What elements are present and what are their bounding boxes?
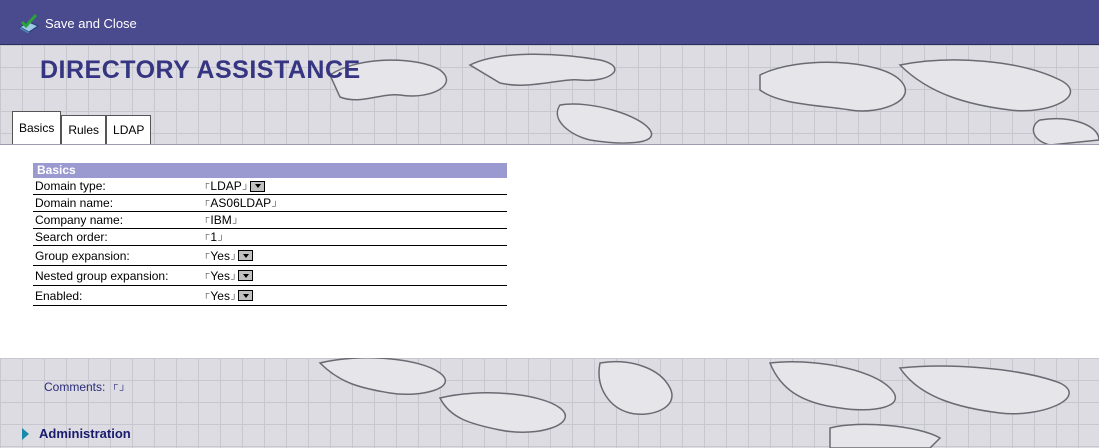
tab-ldap[interactable]: LDAP xyxy=(106,115,152,144)
section-header: Basics xyxy=(33,163,507,178)
dropdown-button[interactable] xyxy=(238,250,254,261)
enabled-row: Enabled: ┌ Yes ┘ xyxy=(33,286,507,306)
field-label: Nested group expansion: xyxy=(35,268,169,283)
domain-type-row: Domain type: ┌ LDAP ┘ xyxy=(33,178,507,195)
field-value: Yes xyxy=(210,248,230,263)
field-value: 1 xyxy=(210,230,218,244)
field-label: Domain type: xyxy=(35,179,106,193)
chevron-down-icon xyxy=(242,273,249,278)
search-order-field[interactable]: ┌ 1 ┘ xyxy=(203,229,225,245)
dropdown-button[interactable] xyxy=(250,180,266,192)
save-close-icon xyxy=(18,13,40,33)
field-bracket-open: ┌ xyxy=(203,195,210,205)
chevron-down-icon xyxy=(242,253,249,258)
action-toolbar: Save and Close xyxy=(0,0,1099,45)
field-label: Search order: xyxy=(35,230,108,244)
field-value: AS06LDAP xyxy=(210,196,272,210)
administration-section-toggle[interactable]: Administration xyxy=(22,426,131,441)
basics-section: Basics Domain type: ┌ LDAP ┘ Domain name… xyxy=(33,163,507,306)
chevron-down-icon xyxy=(254,184,261,188)
field-bracket-close: ┘ xyxy=(230,293,238,304)
domain-name-row: Domain name: ┌ AS06LDAP ┘ xyxy=(33,195,507,212)
field-bracket-close: ┘ xyxy=(230,273,238,284)
dropdown-button[interactable] xyxy=(238,270,254,281)
dropdown-button[interactable] xyxy=(238,290,254,301)
tab-rules[interactable]: Rules xyxy=(61,115,107,144)
field-value: LDAP xyxy=(210,179,242,193)
comments-label: Comments: xyxy=(44,380,106,394)
company-name-field[interactable]: ┌ IBM ┘ xyxy=(203,212,240,228)
field-bracket-open: ┌ xyxy=(203,212,210,222)
field-bracket-close: ┘ xyxy=(272,201,279,211)
tab-bar: Basics Rules LDAP xyxy=(12,108,152,145)
chevron-down-icon xyxy=(242,293,249,298)
field-bracket-open: ┌ xyxy=(203,267,210,278)
field-bracket-open: ┌ xyxy=(203,247,210,258)
domain-name-field[interactable]: ┌ AS06LDAP ┘ xyxy=(203,195,279,211)
enabled-field[interactable]: ┌ Yes ┘ xyxy=(203,287,254,304)
field-value: Yes xyxy=(210,268,230,283)
nested-group-expansion-field[interactable]: ┌ Yes ┘ xyxy=(203,267,254,284)
page-title: DIRECTORY ASSISTANCE xyxy=(40,56,361,84)
group-expansion-row: Group expansion: ┌ Yes ┘ xyxy=(33,246,507,266)
field-label: Enabled: xyxy=(35,288,83,303)
field-bracket-close: ┘ xyxy=(232,218,240,228)
comments-field[interactable]: Comments: ┌ ┘ xyxy=(44,379,127,395)
field-label: Company name: xyxy=(35,213,124,227)
field-value: Yes xyxy=(210,288,230,303)
administration-label: Administration xyxy=(39,426,131,441)
field-bracket-open: ┌ xyxy=(111,379,118,389)
expand-triangle-icon xyxy=(22,427,29,440)
save-and-close-button[interactable]: Save and Close xyxy=(18,12,137,34)
field-bracket-close: ┘ xyxy=(230,253,238,264)
domain-type-field[interactable]: ┌ LDAP ┘ xyxy=(203,178,266,194)
world-map-background xyxy=(318,358,1070,448)
field-bracket-open: ┌ xyxy=(203,229,210,239)
search-order-row: Search order: ┌ 1 ┘ xyxy=(33,229,507,246)
save-and-close-label: Save and Close xyxy=(45,15,137,31)
field-label: Group expansion: xyxy=(35,248,130,263)
group-expansion-field[interactable]: ┌ Yes ┘ xyxy=(203,247,254,264)
company-name-row: Company name: ┌ IBM ┘ xyxy=(33,212,507,229)
tab-basics[interactable]: Basics xyxy=(12,111,62,145)
field-bracket-close: ┘ xyxy=(119,385,127,395)
footer-banner xyxy=(0,358,1099,448)
nested-group-expansion-row: Nested group expansion: ┌ Yes ┘ xyxy=(33,266,507,286)
field-value: IBM xyxy=(210,213,232,227)
field-bracket-close: ┘ xyxy=(242,184,250,194)
field-bracket-open: ┌ xyxy=(203,178,210,188)
field-label: Domain name: xyxy=(35,196,114,210)
field-bracket-close: ┘ xyxy=(218,235,225,245)
field-bracket-open: ┌ xyxy=(203,287,210,298)
tab-divider xyxy=(0,144,1099,145)
